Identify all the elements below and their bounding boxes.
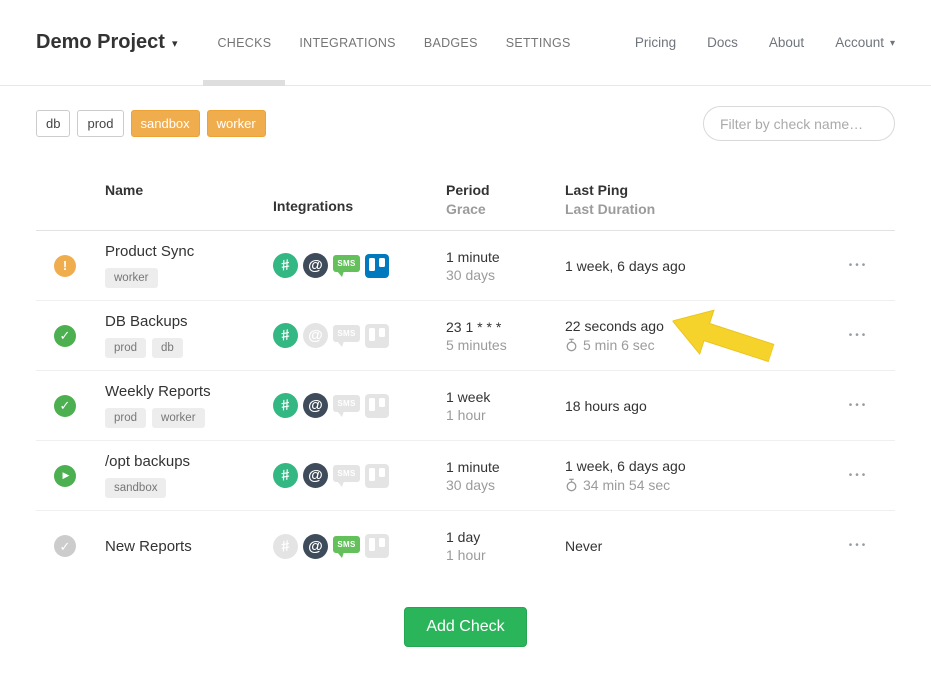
last-ping-value: 22 seconds ago [565,318,822,334]
nav-tabs: CHECKS INTEGRATIONS BADGES SETTINGS [203,0,584,85]
header-last-ping: Last Ping [565,182,822,198]
header-last-duration: Last Duration [565,201,822,217]
email-icon: @ [303,393,328,418]
check-name-link[interactable]: /opt backups [105,453,273,470]
status-up-icon: ✓ [54,325,76,347]
status-up-icon: ✓ [54,395,76,417]
table-row: ✓ New Reports # @ SMS 1 day 1 hour Never… [36,511,895,581]
stopwatch-icon [565,338,578,352]
sms-icon: SMS [333,536,360,553]
trello-icon [365,254,389,278]
email-icon: @ [303,534,328,559]
grace-value: 1 hour [446,407,565,423]
add-check-button[interactable]: Add Check [404,607,526,647]
status-started-icon: ▶ [54,465,76,487]
sms-icon: SMS [333,395,360,412]
check-name-link[interactable]: New Reports [105,538,273,555]
check-tag: worker [152,408,205,429]
last-duration-value: 34 min 54 sec [583,477,670,493]
nav-link-docs[interactable]: Docs [707,35,738,50]
header-grace: Grace [446,201,565,217]
period-value: 1 minute [446,459,565,475]
slack-icon: # [271,391,300,420]
last-ping-value: 1 week, 6 days ago [565,258,822,274]
account-label: Account [835,35,884,50]
check-name-link[interactable]: DB Backups [105,313,273,330]
period-value: 23 1 * * * [446,319,565,335]
header-name: Name [105,182,273,198]
table-row: ! Product Sync worker # @ SMS 1 minute 3… [36,231,895,301]
tag-filter-worker[interactable]: worker [207,110,266,138]
filter-input[interactable] [703,106,895,141]
check-tag: sandbox [105,478,166,499]
trello-icon [365,394,389,418]
tab-settings[interactable]: SETTINGS [492,0,585,85]
grace-value: 1 hour [446,547,565,563]
tab-checks[interactable]: CHECKS [203,0,285,85]
table-header: Name Integrations Period Grace Last Ping… [36,169,895,231]
email-icon: @ [303,463,328,488]
last-ping-value: Never [565,538,822,554]
more-menu-button[interactable]: ••• [847,395,871,417]
filter-row: db prod sandbox worker [36,106,895,141]
chevron-down-icon: ▾ [172,37,178,50]
nav-link-pricing[interactable]: Pricing [635,35,676,50]
trello-icon [365,324,389,348]
footer-actions: Add Check [0,607,931,647]
table-row: ▶ /opt backups sandbox # @ SMS 1 minute … [36,441,895,511]
tab-badges[interactable]: BADGES [410,0,492,85]
slack-icon: # [271,251,300,280]
table-row: ✓ DB Backups prod db # @ SMS 23 1 * * * … [36,301,895,371]
email-icon: @ [303,323,328,348]
nav-links: Pricing Docs About Account ▾ [604,35,895,50]
tag-filter-sandbox[interactable]: sandbox [131,110,200,138]
nav-link-about[interactable]: About [769,35,804,50]
grace-value: 30 days [446,267,565,283]
header-period: Period [446,182,565,198]
check-tag: prod [105,338,146,359]
slack-icon: # [271,461,300,490]
status-late-icon: ! [54,255,76,277]
trello-icon [365,464,389,488]
check-name-link[interactable]: Weekly Reports [105,383,273,400]
email-icon: @ [303,253,328,278]
sms-icon: SMS [333,255,360,272]
account-menu[interactable]: Account ▾ [835,35,895,50]
project-switcher[interactable]: Demo Project ▾ [36,31,177,54]
sms-icon: SMS [333,465,360,482]
grace-value: 5 minutes [446,337,565,353]
slack-icon: # [271,321,300,350]
check-name-link[interactable]: Product Sync [105,243,273,260]
table-row: ✓ Weekly Reports prod worker # @ SMS 1 w… [36,371,895,441]
more-menu-button[interactable]: ••• [847,325,871,347]
tab-integrations[interactable]: INTEGRATIONS [285,0,409,85]
period-value: 1 minute [446,249,565,265]
project-name: Demo Project [36,31,165,54]
sms-icon: SMS [333,325,360,342]
stopwatch-icon [565,478,578,492]
more-menu-button[interactable]: ••• [847,255,871,277]
chevron-down-icon: ▾ [890,38,895,49]
period-value: 1 week [446,389,565,405]
tag-filter-prod[interactable]: prod [77,110,123,138]
checks-table: Name Integrations Period Grace Last Ping… [36,169,895,581]
more-menu-button[interactable]: ••• [847,465,871,487]
top-navbar: Demo Project ▾ CHECKS INTEGRATIONS BADGE… [0,0,931,86]
grace-value: 30 days [446,477,565,493]
check-tag: prod [105,408,146,429]
more-menu-button[interactable]: ••• [847,535,871,557]
status-new-icon: ✓ [54,535,76,557]
trello-icon [365,534,389,558]
check-tag: db [152,338,183,359]
tag-filter-db[interactable]: db [36,110,70,138]
header-integrations: Integrations [273,198,353,214]
last-ping-value: 1 week, 6 days ago [565,458,822,474]
last-ping-value: 18 hours ago [565,398,822,414]
slack-icon: # [271,532,300,561]
last-duration-value: 5 min 6 sec [583,337,655,353]
period-value: 1 day [446,529,565,545]
check-tag: worker [105,268,158,289]
tag-filters: db prod sandbox worker [36,110,266,138]
